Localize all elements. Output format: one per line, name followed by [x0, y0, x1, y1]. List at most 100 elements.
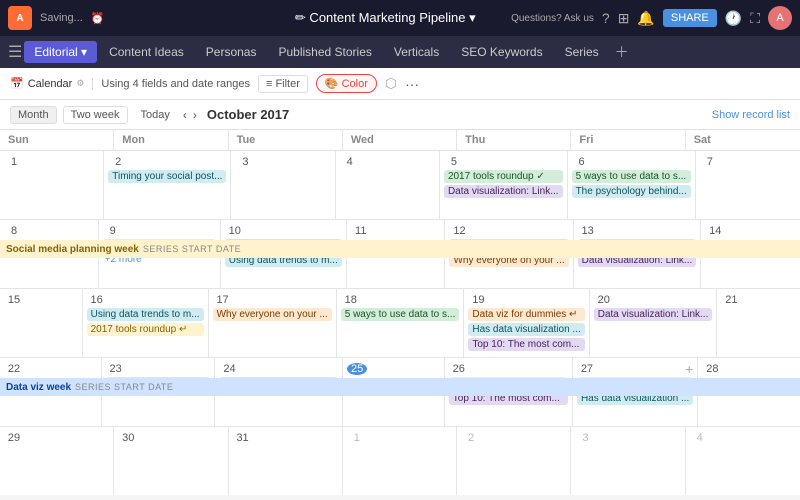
calendar-cell: 2: [457, 427, 571, 495]
calendar-cell: 15: [0, 289, 83, 357]
calendar-cell: 17Why everyone on your ...: [209, 289, 337, 357]
calendar-event[interactable]: Using data trends to m...: [87, 308, 204, 321]
series-banner: Data viz weekSERIES START DATE: [0, 378, 800, 396]
tab-personas[interactable]: Personas: [196, 41, 267, 63]
filter-button[interactable]: ≡ Filter: [258, 75, 308, 93]
saving-status: Saving...: [40, 12, 83, 24]
calendar-cell: 3: [571, 427, 685, 495]
show-record-list-button[interactable]: Show record list: [712, 109, 790, 121]
day-number: 10: [225, 225, 245, 237]
day-header-sun: Sun: [0, 130, 114, 150]
day-number: 27: [577, 363, 597, 375]
calendar-cell: 31: [229, 427, 343, 495]
day-header-thu: Thu: [457, 130, 571, 150]
calendar-event[interactable]: 2017 tools roundup ↵: [87, 323, 204, 336]
day-number: 5: [444, 156, 464, 168]
day-number: 20: [594, 294, 614, 306]
day-number: 3: [235, 156, 255, 168]
calendar-event[interactable]: 5 ways to use data to s...: [341, 308, 460, 321]
series-banner-text: Social media planning week: [6, 244, 139, 255]
day-number: 16: [87, 294, 107, 306]
sidebar-toggle[interactable]: ☰: [8, 42, 22, 62]
day-number: 24: [219, 363, 239, 375]
day-number: 8: [4, 225, 24, 237]
next-arrow[interactable]: ›: [193, 108, 197, 122]
day-number: 6: [572, 156, 592, 168]
calendar-cell: 29: [0, 427, 114, 495]
day-header-tue: Tue: [229, 130, 343, 150]
day-number: 22: [4, 363, 24, 375]
day-number: 1: [4, 156, 24, 168]
more-options-icon[interactable]: ···: [405, 76, 419, 92]
day-number: 23: [106, 363, 126, 375]
day-number: 3: [575, 432, 595, 444]
avatar[interactable]: A: [768, 6, 792, 30]
day-header-sat: Sat: [686, 130, 800, 150]
clock-icon[interactable]: 🕐: [725, 10, 742, 27]
calendar-event[interactable]: Data viz for dummies ↵: [468, 308, 584, 321]
calendar-settings-icon[interactable]: ⚙: [76, 78, 84, 89]
calendar-week: 15 16 Using data trends to m... 2017 tools …: [0, 289, 800, 358]
day-header-mon: Mon: [114, 130, 228, 150]
tab-seo-keywords[interactable]: SEO Keywords: [451, 41, 552, 63]
series-banner: Social media planning weekSERIES START D…: [0, 240, 800, 258]
day-header-wed: Wed: [343, 130, 457, 150]
tab-content-ideas[interactable]: Content Ideas: [99, 41, 194, 63]
color-button[interactable]: 🎨 Color: [316, 74, 377, 93]
calendar-event[interactable]: Why everyone on your ...: [213, 308, 332, 321]
tab-verticals[interactable]: Verticals: [384, 41, 449, 63]
view-controls: Month Two week Today ‹ › October 2017 Sh…: [0, 100, 800, 130]
add-tab-icon[interactable]: ＋: [615, 42, 629, 62]
questions-link[interactable]: Questions? Ask us: [511, 13, 594, 24]
calendar-cell: 19 Data viz for dummies ↵ Has data visuali…: [464, 289, 589, 357]
day-number: 2: [108, 156, 128, 168]
share-button[interactable]: SHARE: [663, 9, 717, 27]
calendar-event[interactable]: Timing your social post...: [108, 170, 226, 183]
calendar-week: 2930311234: [0, 427, 800, 495]
day-number: 9: [103, 225, 123, 237]
calendar-week: Data viz weekSERIES START DATE22232017 t…: [0, 358, 800, 427]
bell-icon[interactable]: 🔔: [637, 10, 654, 27]
calendar-cell: 1: [343, 427, 457, 495]
tab-published-stories[interactable]: Published Stories: [268, 41, 381, 63]
day-number: 19: [468, 294, 488, 306]
calendar-event[interactable]: 2017 tools roundup ✓: [444, 170, 563, 183]
tab-series[interactable]: Series: [555, 41, 609, 63]
calendar-cell: 4: [336, 151, 440, 219]
today-button[interactable]: Today: [134, 107, 177, 123]
calendar-cell: 20 Data visualization: Link...: [590, 289, 718, 357]
add-event-icon[interactable]: +: [685, 361, 693, 377]
share-icon[interactable]: ⬡: [385, 75, 397, 92]
calendar-week: 1 2 Timing your social post... 3 45 2017 tool…: [0, 151, 800, 220]
page-title: ✏ Content Marketing Pipeline ▾: [260, 10, 512, 26]
calendar-cell: 18 5 ways to use data to s...: [337, 289, 465, 357]
calendar-event[interactable]: The psychology behind...: [572, 185, 691, 198]
grid-icon[interactable]: ⊞: [618, 10, 630, 27]
calendar-event[interactable]: Has data visualization ...: [468, 323, 584, 336]
prev-arrow[interactable]: ‹: [183, 108, 187, 122]
calendar-cell: 4: [686, 427, 800, 495]
calendar-icon: 📅: [10, 77, 24, 90]
month-view-button[interactable]: Month: [10, 106, 57, 124]
calendar-header: SunMonTueWedThuFriSat: [0, 130, 800, 151]
calendar-event[interactable]: 5 ways to use data to s...: [572, 170, 691, 183]
toolbar: 📅 Calendar ⚙ Using 4 fields and date ran…: [0, 68, 800, 100]
day-number: 18: [341, 294, 361, 306]
toolbar-left: 📅 Calendar ⚙ Using 4 fields and date ran…: [10, 74, 790, 93]
calendar-event[interactable]: Data visualization: Link...: [444, 185, 563, 198]
tab-editorial[interactable]: Editorial ▾: [24, 41, 97, 63]
calendar-label: 📅 Calendar ⚙: [10, 77, 84, 90]
help-icon[interactable]: ?: [602, 10, 610, 26]
day-number: 31: [233, 432, 253, 444]
app-logo[interactable]: A: [8, 6, 32, 30]
top-nav-left: A Saving... ⏰: [8, 6, 260, 30]
expand-icon[interactable]: ⛶: [750, 10, 760, 27]
day-number: 29: [4, 432, 24, 444]
calendar-event[interactable]: Data visualization: Link...: [594, 308, 713, 321]
day-number: 13: [578, 225, 598, 237]
two-week-view-button[interactable]: Two week: [63, 106, 128, 124]
calendar-cell: 2 Timing your social post...: [104, 151, 231, 219]
day-number: 2: [461, 432, 481, 444]
tab-bar: ☰ Editorial ▾ Content Ideas Personas Pub…: [0, 36, 800, 68]
calendar-event[interactable]: Top 10: The most com...: [468, 338, 584, 351]
